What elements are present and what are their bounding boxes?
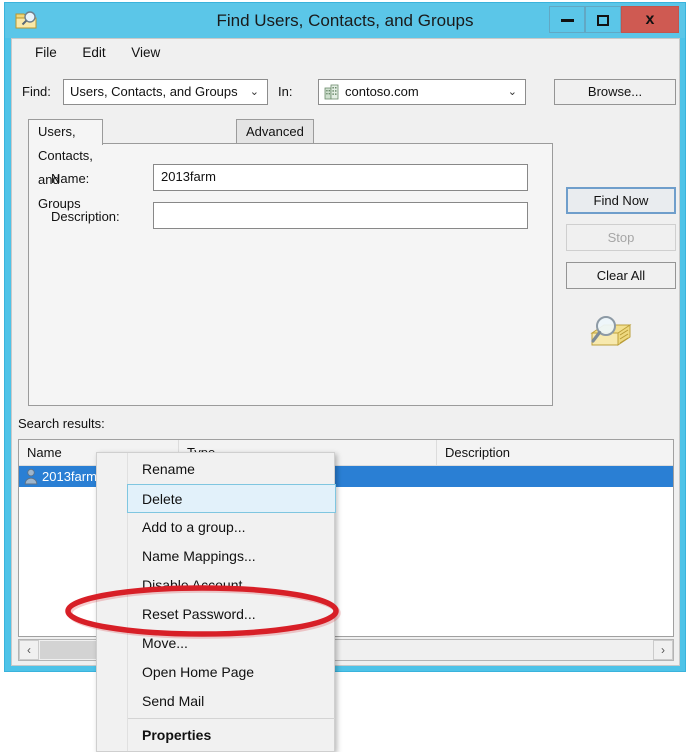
cell-name: 2013farm <box>42 469 97 484</box>
menu-item-disable-account[interactable]: Disable Account <box>128 571 335 600</box>
menu-bar: File Edit View <box>12 39 679 67</box>
minimize-button[interactable] <box>549 6 585 33</box>
clear-all-button[interactable]: Clear All <box>566 262 676 289</box>
menu-edit[interactable]: Edit <box>71 39 116 67</box>
context-menu[interactable]: Rename Delete Add to a group... Name Map… <box>96 452 336 752</box>
search-results-label: Search results: <box>18 416 105 431</box>
title-bar: Find Users, Contacts, and Groups x <box>5 3 685 38</box>
in-scope-combobox[interactable]: contoso.com ⌄ <box>318 79 526 105</box>
menu-item-name-mappings[interactable]: Name Mappings... <box>128 542 335 571</box>
tab-advanced[interactable]: Advanced <box>236 119 314 144</box>
find-type-value: Users, Contacts, and Groups <box>70 84 238 99</box>
scroll-left-button[interactable]: ‹ <box>19 640 39 660</box>
stop-button: Stop <box>566 224 676 251</box>
menu-view[interactable]: View <box>120 39 171 67</box>
find-now-button[interactable]: Find Now <box>566 187 676 214</box>
tab-users-contacts-groups[interactable]: Users, Contacts, and Groups <box>28 119 103 211</box>
tab-panel: Name: 2013farm Description: <box>28 143 553 406</box>
in-scope-value: contoso.com <box>345 84 419 99</box>
menu-item-delete[interactable]: Delete <box>127 484 336 513</box>
scroll-right-button[interactable]: › <box>653 640 673 660</box>
close-button[interactable]: x <box>621 6 679 33</box>
chevron-down-icon: ⌄ <box>249 86 259 98</box>
name-input[interactable]: 2013farm <box>153 164 528 191</box>
maximize-icon <box>597 14 609 26</box>
find-toolbar: Find: Users, Contacts, and Groups ⌄ In: <box>12 77 679 111</box>
find-type-combobox[interactable]: Users, Contacts, and Groups ⌄ <box>63 79 268 105</box>
menu-item-open-home-page[interactable]: Open Home Page <box>128 658 335 687</box>
column-header-description[interactable]: Description <box>437 440 673 465</box>
in-label: In: <box>278 84 293 99</box>
find-label: Find: <box>22 84 51 99</box>
menu-item-send-mail[interactable]: Send Mail <box>128 687 335 716</box>
chevron-down-icon: ⌄ <box>507 86 517 98</box>
description-input[interactable] <box>153 202 528 229</box>
menu-item-properties[interactable]: Properties <box>128 721 335 750</box>
menu-file[interactable]: File <box>24 39 68 67</box>
context-menu-gutter <box>97 453 128 751</box>
menu-item-rename[interactable]: Rename <box>128 455 335 484</box>
magnifier-over-folder-icon <box>590 316 632 346</box>
menu-item-add-to-a-group[interactable]: Add to a group... <box>128 513 335 542</box>
browse-button[interactable]: Browse... <box>554 79 676 105</box>
menu-item-reset-password[interactable]: Reset Password... <box>128 600 335 629</box>
menu-item-move[interactable]: Move... <box>128 629 335 658</box>
user-icon <box>24 468 38 485</box>
maximize-button[interactable] <box>585 6 621 33</box>
minimize-icon <box>560 18 574 22</box>
context-menu-separator <box>128 718 335 719</box>
domain-building-icon <box>324 84 339 100</box>
